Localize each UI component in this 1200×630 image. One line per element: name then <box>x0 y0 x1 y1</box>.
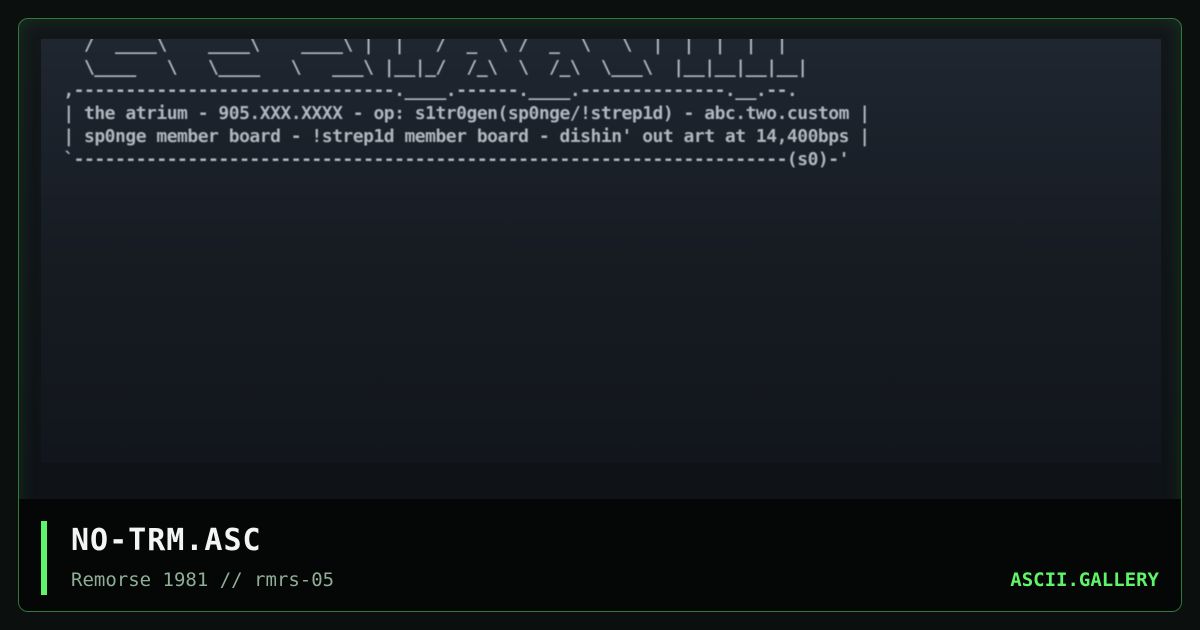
artwork-card: / ____\ ____\ ____\ | | / _ \ / _ \ \ | … <box>18 18 1182 612</box>
accent-bar <box>41 521 47 595</box>
card-footer: NO-TRM.ASC Remorse 1981 // rmrs-05 ASCII… <box>19 499 1181 611</box>
artwork-subtitle: Remorse 1981 // rmrs-05 <box>71 569 335 591</box>
ascii-art-preview: / ____\ ____\ ____\ | | / _ \ / _ \ \ | … <box>41 39 1161 463</box>
site-brand[interactable]: ASCII.GALLERY <box>1010 569 1159 591</box>
artwork-title: NO-TRM.ASC <box>71 523 262 558</box>
ascii-art-text: / ____\ ____\ ____\ | | / _ \ / _ \ \ | … <box>63 39 870 170</box>
